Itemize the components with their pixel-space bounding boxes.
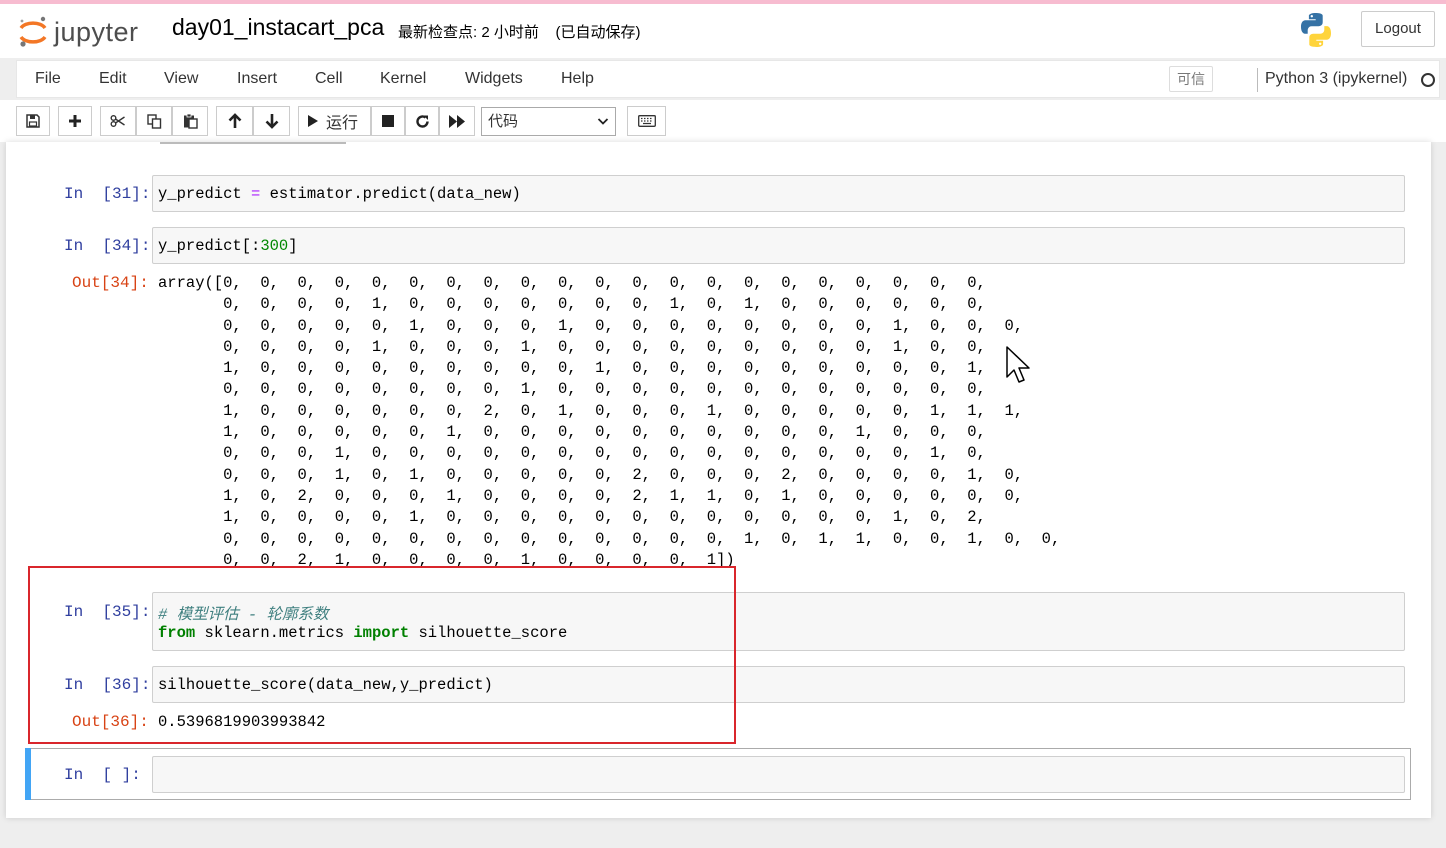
save-icon [26, 114, 40, 128]
cell-34-code: y_predict[:300] [158, 237, 298, 255]
cut-button[interactable] [100, 106, 136, 136]
stop-icon [382, 115, 394, 127]
output-line: 1, 0, 0, 0, 0, 0, 0, 0, 0, 0, 1, 0, 0, 0… [158, 359, 986, 378]
cell-34-input[interactable] [152, 227, 1405, 264]
cell-31-code: y_predict = estimator.predict(data_new) [158, 185, 521, 203]
cell-type-value: 代码 [488, 113, 519, 130]
menu-insert[interactable]: Insert [237, 70, 277, 88]
scissors-icon [110, 115, 125, 127]
cell-31-in-prompt: In [31]: [64, 185, 151, 203]
cell-34-in-prompt: In [34]: [64, 237, 151, 255]
output-line: 0, 0, 0, 0, 1, 0, 0, 0, 0, 0, 0, 0, 1, 0… [158, 295, 986, 314]
restart-icon [415, 114, 429, 128]
output-line: 0, 0, 0, 1, 0, 1, 0, 0, 0, 0, 0, 2, 0, 0… [158, 465, 1024, 484]
code-token: y_predict[: [158, 237, 261, 255]
menu-view[interactable]: View [164, 70, 198, 88]
header: jupyter day01_instacart_pca 最新检查点: 2 小时前… [0, 4, 1446, 58]
logout-button[interactable]: Logout [1361, 11, 1435, 47]
output-line: 1, 0, 0, 0, 0, 0, 0, 2, 0, 1, 0, 0, 0, 1… [158, 401, 1024, 420]
move-down-button[interactable] [253, 106, 290, 136]
arrow-down-icon [265, 114, 278, 129]
menu-kernel[interactable]: Kernel [380, 70, 426, 88]
output-line: 1, 0, 0, 0, 0, 1, 0, 0, 0, 0, 0, 0, 0, 0… [158, 508, 986, 527]
kernel-separator [1257, 68, 1258, 92]
cell-34-out-prompt: Out[34]: [72, 274, 149, 292]
highlight-annotation-box [28, 566, 736, 744]
run-all-button[interactable] [439, 106, 475, 136]
notebook-name[interactable]: day01_instacart_pca [172, 14, 384, 41]
cell-type-select[interactable]: 代码 [481, 107, 616, 136]
play-icon [308, 115, 318, 127]
menu-file[interactable]: File [35, 70, 61, 88]
restart-button[interactable] [405, 106, 439, 136]
menu-widgets[interactable]: Widgets [465, 70, 523, 88]
copy-icon [146, 113, 161, 129]
toolbar: 运行 代码 [0, 100, 1446, 142]
paste-button[interactable] [172, 106, 208, 136]
kernel-name[interactable]: Python 3 (ipykernel) [1265, 70, 1407, 88]
menubar: File Edit View Insert Cell Kernel Widget… [16, 60, 1440, 98]
output-line: array([0, 0, 0, 0, 0, 0, 0, 0, 0, 0, 0, … [158, 274, 986, 292]
move-up-button[interactable] [216, 106, 253, 136]
checkpoint-status: 最新检查点: 2 小时前 (已自动保存) [398, 24, 641, 41]
trusted-indicator[interactable]: 可信 [1169, 66, 1213, 92]
command-palette-button[interactable] [627, 106, 666, 136]
output-line: 0, 0, 2, 1, 0, 0, 0, 0, 1, 0, 0, 0, 0, 1… [158, 550, 735, 566]
menu-cell[interactable]: Cell [315, 70, 343, 88]
code-token-number: 300 [260, 237, 289, 255]
output-line: 0, 0, 0, 1, 0, 0, 0, 0, 0, 0, 0, 0, 0, 0… [158, 444, 986, 463]
previous-cell-edge [160, 142, 346, 144]
jupyter-logo[interactable]: jupyter [18, 12, 139, 52]
output-line: 0, 0, 0, 0, 0, 0, 0, 0, 1, 0, 0, 0, 0, 0… [158, 380, 986, 399]
save-button[interactable] [16, 106, 50, 136]
empty-cell-in-prompt: In [ ]: [64, 766, 141, 784]
output-line: 0, 0, 0, 0, 0, 1, 0, 0, 0, 1, 0, 0, 0, 0… [158, 316, 1024, 335]
run-button[interactable]: 运行 [298, 106, 371, 136]
output-line: 1, 0, 0, 0, 0, 0, 1, 0, 0, 0, 0, 0, 0, 0… [158, 423, 986, 442]
cell-34-output: array([0, 0, 0, 0, 0, 0, 0, 0, 0, 0, 0, … [158, 273, 1060, 566]
code-token: ] [288, 237, 298, 255]
arrow-up-icon [228, 113, 241, 128]
fast-forward-icon [449, 114, 465, 128]
run-label: 运行 [326, 115, 359, 132]
plus-icon [69, 115, 81, 127]
keyboard-icon [637, 115, 656, 127]
selected-cell-indicator [25, 748, 31, 800]
paste-icon [183, 113, 198, 129]
empty-cell-input[interactable] [152, 756, 1405, 793]
jupyter-logo-icon [19, 16, 47, 47]
output-line: 0, 0, 0, 0, 0, 0, 0, 0, 0, 0, 0, 0, 0, 0… [158, 529, 1061, 548]
interrupt-button[interactable] [371, 106, 405, 136]
code-token: estimator.predict(data_new) [260, 185, 521, 203]
chevron-down-icon [597, 118, 609, 125]
python-logo-icon [1296, 10, 1336, 55]
code-token: y_predict [158, 185, 252, 203]
insert-cell-button[interactable] [58, 106, 92, 136]
mouse-cursor-icon [1006, 346, 1030, 383]
output-line: 0, 0, 0, 0, 1, 0, 0, 0, 1, 0, 0, 0, 0, 0… [158, 337, 986, 356]
output-line: 1, 0, 2, 0, 0, 0, 1, 0, 0, 0, 0, 2, 1, 1… [158, 486, 1024, 505]
menu-help[interactable]: Help [561, 70, 594, 88]
menu-edit[interactable]: Edit [99, 70, 127, 88]
copy-button[interactable] [136, 106, 172, 136]
kernel-idle-indicator-icon [1421, 73, 1435, 87]
logo-text: jupyter [54, 16, 139, 47]
code-token-operator: = [251, 185, 261, 203]
